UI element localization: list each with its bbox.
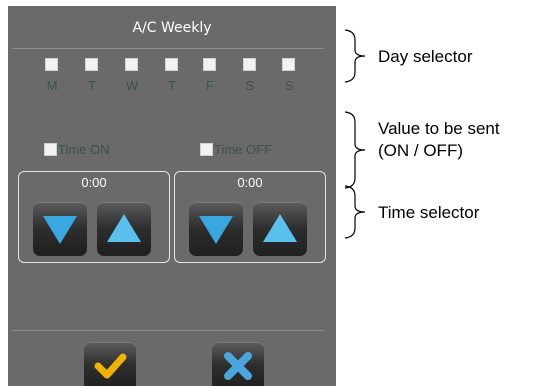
- checkmark-icon: [94, 353, 127, 379]
- down-arrow-icon: [199, 216, 233, 244]
- time-off-label: Time OFF: [214, 141, 273, 157]
- up-arrow-icon: [263, 214, 297, 242]
- down-arrow-icon: [43, 216, 77, 244]
- time-selector-annotation: Time selector: [378, 203, 480, 222]
- day-checkbox[interactable]: [203, 58, 216, 71]
- day-label: S: [284, 78, 294, 93]
- day-monday[interactable]: M: [40, 58, 64, 98]
- day-tuesday[interactable]: T: [80, 58, 104, 98]
- day-friday[interactable]: F: [198, 58, 222, 98]
- day-checkbox[interactable]: [125, 58, 138, 71]
- day-label: W: [125, 78, 139, 93]
- day-label: T: [88, 78, 96, 93]
- day-checkbox[interactable]: [282, 58, 295, 71]
- value-annotation-line2: (ON / OFF): [378, 141, 463, 160]
- time-off-toggle[interactable]: Time OFF: [200, 140, 272, 158]
- day-label: T: [168, 78, 176, 93]
- day-checkbox[interactable]: [165, 58, 178, 71]
- time-on-label: Time ON: [58, 141, 110, 157]
- title-divider: [12, 48, 324, 49]
- day-checkbox[interactable]: [243, 58, 256, 71]
- time-on-selector: 0:00: [18, 171, 170, 263]
- time-on-increase-button[interactable]: [97, 202, 151, 256]
- time-on-toggle[interactable]: Time ON: [44, 140, 110, 158]
- day-wednesday[interactable]: W: [120, 58, 144, 98]
- time-selector-brace: [344, 185, 366, 239]
- day-thursday[interactable]: T: [160, 58, 184, 98]
- day-label: M: [46, 78, 58, 93]
- day-checkbox[interactable]: [85, 58, 98, 71]
- cancel-button[interactable]: [212, 342, 264, 386]
- actions-divider: [12, 330, 324, 331]
- day-label: F: [206, 78, 214, 93]
- time-off-increase-button[interactable]: [253, 202, 307, 256]
- time-off-decrease-button[interactable]: [189, 202, 243, 256]
- time-on-value: 0:00: [81, 175, 107, 190]
- day-saturday[interactable]: S: [238, 58, 262, 98]
- day-selector-annotation: Day selector: [378, 47, 473, 66]
- panel-title: A/C Weekly: [132, 20, 212, 36]
- time-on-checkbox[interactable]: [44, 142, 57, 156]
- day-sunday[interactable]: S: [277, 58, 301, 98]
- time-on-decrease-button[interactable]: [33, 202, 87, 256]
- value-annotation-line1: Value to be sent: [378, 119, 500, 138]
- value-brace: [344, 111, 366, 189]
- time-off-selector: 0:00: [174, 171, 326, 263]
- day-label: S: [245, 78, 255, 93]
- cross-icon: [224, 352, 252, 380]
- ac-weekly-panel: A/C Weekly M T W T F S S Time ON Time OF…: [8, 6, 336, 386]
- time-off-value: 0:00: [237, 175, 263, 190]
- day-selector-brace: [344, 29, 366, 83]
- time-off-checkbox[interactable]: [200, 142, 213, 156]
- up-arrow-icon: [107, 214, 141, 242]
- day-checkbox[interactable]: [45, 58, 58, 71]
- confirm-button[interactable]: [84, 342, 136, 386]
